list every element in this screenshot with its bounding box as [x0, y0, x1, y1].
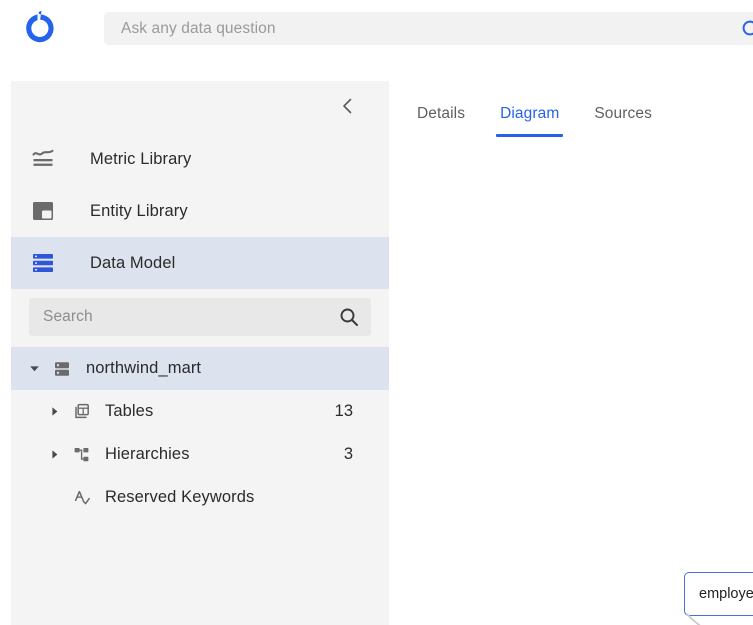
tree-item-northwind-mart[interactable]: northwind_mart [11, 347, 389, 390]
droplet-logo-icon [20, 7, 60, 52]
sidebar-item-entity-library[interactable]: Entity Library [11, 185, 389, 237]
diagram-node-label: employees [699, 586, 753, 602]
content-tabs: Details Diagram Sources [417, 105, 687, 137]
metric-library-icon [29, 145, 57, 173]
tree-item-reserved-keywords[interactable]: Reserved Keywords [11, 476, 389, 519]
global-search-placeholder: Ask any data question [121, 19, 276, 37]
caret-down-icon[interactable] [28, 363, 40, 375]
tables-icon [72, 402, 92, 422]
hierarchies-icon [72, 445, 92, 465]
global-search-bar[interactable]: Ask any data question [104, 12, 753, 45]
tree-item-tables[interactable]: Tables 13 [11, 390, 389, 433]
top-bar: Ask any data question [0, 0, 753, 57]
tree-item-label: northwind_mart [86, 359, 202, 377]
database-icon [52, 359, 72, 379]
tree-item-count: 3 [343, 445, 353, 463]
data-model-tree: northwind_mart Tables 13 Hierarchies 3 R… [11, 347, 389, 519]
app-logo[interactable] [19, 9, 61, 49]
tree-item-label: Reserved Keywords [105, 488, 255, 506]
data-model-icon [29, 249, 57, 277]
sidebar-item-label: Entity Library [90, 201, 188, 220]
tree-item-count: 13 [334, 402, 353, 420]
sidebar-item-data-model[interactable]: Data Model [11, 237, 389, 289]
entity-library-icon [29, 197, 57, 225]
search-icon[interactable] [741, 19, 753, 39]
sidebar-header [11, 81, 389, 133]
sidebar-item-label: Data Model [90, 253, 176, 272]
search-icon[interactable] [339, 307, 359, 327]
tab-details[interactable]: Details [417, 105, 465, 137]
caret-right-icon[interactable] [48, 406, 60, 418]
chevron-left-icon[interactable] [338, 96, 358, 116]
main-content: Details Diagram Sources employees [389, 57, 753, 625]
diagram-canvas[interactable]: employees [389, 147, 753, 625]
tree-item-label: Tables [105, 402, 154, 420]
search-input-placeholder: Search [43, 308, 93, 325]
search-input[interactable]: Search [29, 298, 371, 336]
tab-label: Diagram [500, 105, 560, 122]
sidebar: Metric Library Entity Library Data Model… [11, 81, 389, 625]
reserved-keywords-icon [72, 488, 92, 508]
sidebar-item-metric-library[interactable]: Metric Library [11, 133, 389, 185]
tab-diagram[interactable]: Diagram [496, 105, 564, 137]
tree-item-hierarchies[interactable]: Hierarchies 3 [11, 433, 389, 476]
tab-label: Sources [594, 105, 652, 122]
app-root: Ask any data question Metric Library Ent… [0, 0, 753, 625]
diagram-node-employees[interactable]: employees [684, 572, 753, 616]
caret-right-icon[interactable] [48, 449, 60, 461]
tree-item-label: Hierarchies [105, 445, 190, 463]
tab-sources[interactable]: Sources [594, 105, 652, 137]
sidebar-item-label: Metric Library [90, 149, 192, 168]
tab-label: Details [417, 105, 466, 122]
